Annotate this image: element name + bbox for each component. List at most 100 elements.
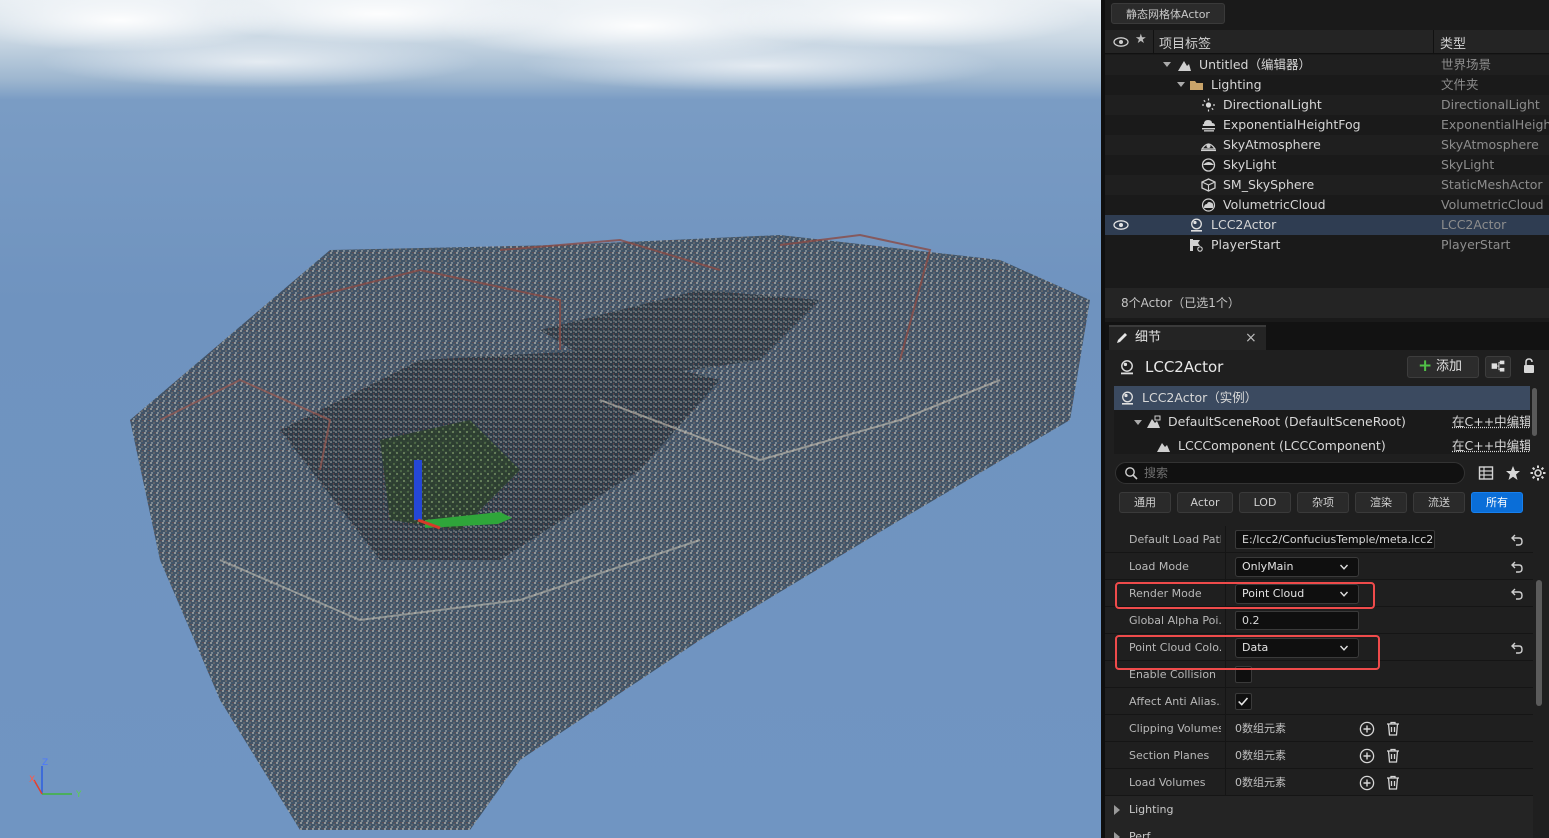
component-row-lcccomponent[interactable]: LCCComponent (LCCComponent) 在C++中编辑 [1114,434,1530,454]
affect-anti-alias-checkbox[interactable] [1235,693,1252,710]
category-filters: 通用 Actor LOD 杂项 渲染 流送 所有 [1115,492,1549,514]
component-label: DefaultSceneRoot (DefaultSceneRoot) [1168,414,1406,429]
blueprint-button[interactable] [1485,356,1511,378]
outliner-status: 8个Actor（已选1个） [1105,288,1549,318]
prop-label: Load Volumes [1129,776,1206,789]
tree-row-lighting[interactable]: Lighting 文件夹 [1105,75,1549,95]
filter-general[interactable]: 通用 [1119,492,1171,513]
edit-in-cpp-link[interactable]: 在C++中编辑 [1452,410,1530,434]
component-row-instance[interactable]: LCC2Actor（实例） [1114,386,1530,410]
type-column-header[interactable]: 类型 [1440,33,1466,52]
array-count: 0数组元素 [1235,776,1286,789]
reset-arrow-icon[interactable] [1510,560,1524,573]
properties-scrollbar[interactable] [1536,580,1542,706]
edit-in-cpp-link[interactable]: 在C++中编辑 [1452,434,1530,454]
filter-all[interactable]: 所有 [1471,492,1523,513]
tree-row-label: LCC2Actor [1211,217,1277,232]
tree-row-label: PlayerStart [1211,237,1281,252]
plus-icon: + [1418,356,1433,376]
static-mesh-icon [1201,178,1216,192]
load-path-input[interactable]: E:/lcc2/ConfuciusTemple/meta.lcc2 [1235,530,1435,549]
tree-row-playerstart[interactable]: PlayerStart PlayerStart [1105,235,1549,255]
filter-actor[interactable]: Actor [1177,492,1233,513]
blueprint-icon [1491,360,1505,372]
tree-row-label: SkyAtmosphere [1223,137,1321,152]
add-element-icon[interactable] [1359,721,1375,737]
prop-label: Load Mode [1129,560,1189,573]
section-label: Lighting [1129,803,1174,816]
add-component-button[interactable]: + 添加 [1407,356,1479,378]
trash-icon[interactable] [1386,748,1400,763]
details-panel: LCC2Actor + 添加 LCC2Actor（实例） DefaultScen… [1105,350,1549,838]
world-icon [1178,61,1191,71]
tree-row-exponentialheightfog[interactable]: ExponentialHeightFog ExponentialHeightF [1105,115,1549,135]
tree-row-type: LCC2Actor [1441,217,1507,232]
load-mode-dropdown[interactable]: OnlyMain [1235,557,1359,577]
tree-row-sm-skysphere[interactable]: SM_SkySphere StaticMeshActor [1105,175,1549,195]
favorite-star-icon[interactable] [1505,465,1521,481]
tree-row-directionallight[interactable]: DirectionalLight DirectionalLight [1105,95,1549,115]
reset-arrow-icon[interactable] [1510,587,1524,600]
lock-icon[interactable] [1521,357,1537,375]
axis-y-label: Y [75,790,82,800]
reset-arrow-icon[interactable] [1510,533,1524,546]
table-view-icon[interactable] [1478,465,1494,481]
prop-load-volumes: Load Volumes 0数组元素 [1105,769,1533,796]
settings-gear-icon[interactable] [1530,465,1546,481]
tree-row-type: 世界场景 [1441,57,1492,72]
eye-icon[interactable] [1113,34,1129,50]
prop-default-load-path: Default Load Path E:/lcc2/ConfuciusTempl… [1105,526,1533,553]
tree-row-untitled[interactable]: Untitled（编辑器） 世界场景 [1105,55,1549,75]
section-label: Perf... [1129,830,1161,838]
side-panel: 静态网格体Actor ★ 项目标签 类型 Untitled（编辑器） 世界场景 … [1101,0,1549,838]
viewport[interactable]: Z Y X [0,0,1101,838]
filter-misc[interactable]: 杂项 [1297,492,1349,513]
folder-icon [1190,81,1203,90]
scene-component-icon [1157,443,1170,452]
trash-icon[interactable] [1386,721,1400,736]
filter-chip[interactable]: 静态网格体Actor [1111,3,1225,24]
component-scrollbar[interactable] [1532,388,1537,436]
array-count: 0数组元素 [1235,722,1286,735]
reset-arrow-icon[interactable] [1510,641,1524,654]
axis-gizmo: Z Y X [29,758,82,800]
tree-row-lcc2actor[interactable]: LCC2Actor LCC2Actor [1105,215,1549,235]
directional-light-icon [1202,98,1215,112]
prop-label: Global Alpha Poi... [1129,614,1221,627]
actor-icon [1121,360,1133,375]
filter-streaming[interactable]: 流送 [1413,492,1465,513]
add-element-icon[interactable] [1359,775,1375,791]
property-search[interactable]: 搜索 [1115,462,1465,484]
tree-row-type: StaticMeshActor [1441,177,1543,192]
filter-lod[interactable]: LOD [1239,492,1291,513]
tree-row-volumetriccloud[interactable]: VolumetricCloud VolumetricCloud [1105,195,1549,215]
global-alpha-input[interactable]: 0.2 [1235,611,1359,630]
tree-row-skyatmosphere[interactable]: SkyAtmosphere SkyAtmosphere [1105,135,1549,155]
tree-row-label: ExponentialHeightFog [1223,117,1361,132]
filter-rendering[interactable]: 渲染 [1355,492,1407,513]
cloud-icon [1201,198,1216,212]
component-row-defaultsceneroot[interactable]: DefaultSceneRoot (DefaultSceneRoot) 在C++… [1114,410,1530,434]
section-performance[interactable]: Perf... [1105,823,1533,838]
star-icon[interactable]: ★ [1135,32,1147,47]
details-tab[interactable]: 细节 × [1109,325,1266,350]
tree-row-skylight[interactable]: SkyLight SkyLight [1105,155,1549,175]
tree-row-type: SkyLight [1441,157,1495,172]
scene-root-icon [1147,415,1161,428]
label-column-header[interactable]: 项目标签 [1159,33,1211,52]
checkmark-icon [1238,697,1249,706]
outliner-header: ★ 项目标签 类型 [1105,30,1549,54]
tree-row-type: DirectionalLight [1441,97,1540,112]
prop-label: Default Load Path [1129,533,1221,546]
section-lighting[interactable]: Lighting [1105,796,1533,823]
close-icon[interactable]: × [1245,327,1257,349]
details-tabbar: 细节 × [1105,322,1549,350]
point-cloud-scene [130,233,1090,830]
actor-name: LCC2Actor [1145,358,1224,376]
component-label: LCCComponent (LCCComponent) [1178,438,1386,453]
tree-row-type: VolumetricCloud [1441,197,1544,212]
trash-icon[interactable] [1386,775,1400,790]
pencil-icon [1117,333,1127,343]
visibility-eye-icon[interactable] [1113,218,1129,232]
add-element-icon[interactable] [1359,748,1375,764]
